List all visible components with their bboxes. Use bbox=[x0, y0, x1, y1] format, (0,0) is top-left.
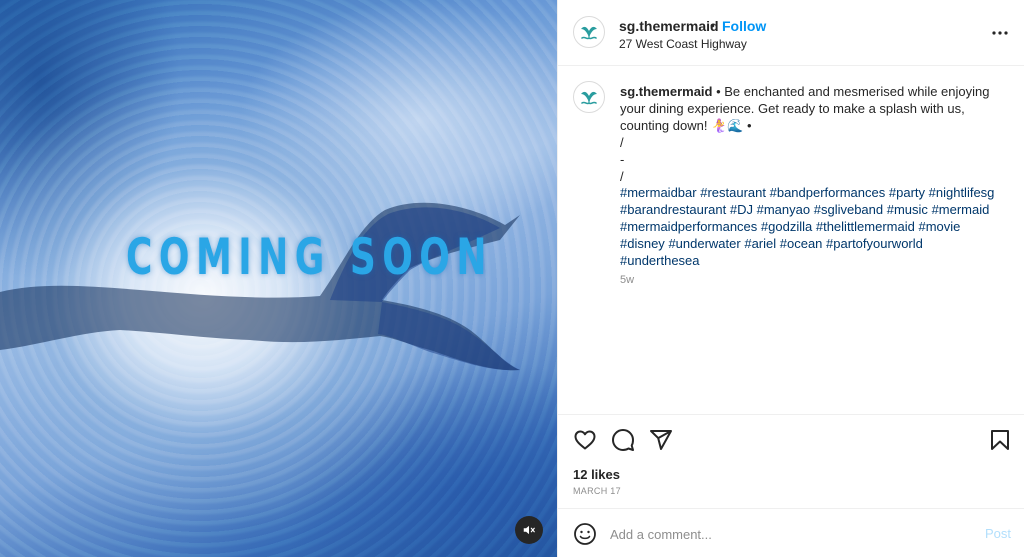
caption-section: sg.themermaid • Be enchanted and mesmeri… bbox=[558, 67, 1024, 415]
post-comment-button[interactable]: Post bbox=[985, 526, 1011, 541]
more-options-icon bbox=[992, 31, 1008, 35]
action-bar bbox=[558, 425, 1024, 455]
save-button[interactable] bbox=[987, 427, 1013, 453]
separator-dot: • bbox=[710, 17, 715, 33]
hashtag-link[interactable]: #manyao bbox=[757, 202, 810, 217]
comment-input[interactable] bbox=[610, 522, 970, 546]
header-username[interactable]: sg.themermaid bbox=[619, 18, 719, 34]
location-link[interactable]: 27 West Coast Highway bbox=[619, 37, 747, 51]
follow-button[interactable]: Follow bbox=[722, 18, 766, 34]
caption-timestamp: 5w bbox=[620, 274, 635, 286]
hashtag-list: #mermaidbar #restaurant #bandperformance… bbox=[620, 184, 1005, 269]
hashtag-link[interactable]: #party bbox=[889, 185, 925, 200]
hashtag-link[interactable]: #underthesea bbox=[620, 253, 700, 268]
coming-soon-overlay-text: COMING SOON bbox=[126, 228, 493, 286]
hashtag-link[interactable]: #restaurant bbox=[700, 185, 766, 200]
mermaid-tail-logo-icon bbox=[577, 20, 601, 44]
hashtag-link[interactable]: #nightlifesg bbox=[929, 185, 995, 200]
hashtag-link[interactable]: #thelittlemermaid bbox=[816, 219, 915, 234]
mermaid-tail-logo-icon bbox=[577, 85, 601, 109]
mute-toggle-button[interactable] bbox=[515, 516, 543, 544]
hashtag-link[interactable]: #godzilla bbox=[761, 219, 812, 234]
emoji-button[interactable] bbox=[573, 522, 597, 546]
hashtag-link[interactable]: #disney bbox=[620, 236, 665, 251]
more-options-button[interactable] bbox=[988, 21, 1012, 45]
hashtag-link[interactable]: #sgliveband bbox=[814, 202, 883, 217]
hashtag-link[interactable]: #bandperformances bbox=[770, 185, 886, 200]
hashtag-link[interactable]: #ocean bbox=[780, 236, 823, 251]
hashtag-link[interactable]: #mermaidbar bbox=[620, 185, 697, 200]
caption-text: sg.themermaid • Be enchanted and mesmeri… bbox=[620, 83, 1000, 185]
comment-button[interactable] bbox=[610, 427, 636, 453]
caption-avatar[interactable] bbox=[573, 81, 605, 113]
post-date[interactable]: MARCH 17 bbox=[573, 486, 621, 496]
hashtag-link[interactable]: #barandrestaurant bbox=[620, 202, 726, 217]
post-details-panel: sg.themermaid • Follow 27 West Coast Hig… bbox=[557, 0, 1024, 557]
post-header: sg.themermaid • Follow 27 West Coast Hig… bbox=[558, 0, 1024, 66]
hashtag-link[interactable]: #mermaid bbox=[932, 202, 990, 217]
heart-icon bbox=[574, 430, 596, 450]
share-button[interactable] bbox=[648, 427, 674, 453]
hashtag-link[interactable]: #movie bbox=[918, 219, 960, 234]
like-button[interactable] bbox=[572, 427, 598, 453]
avatar[interactable] bbox=[573, 16, 605, 48]
comment-bar: Post bbox=[558, 508, 1024, 557]
post-media[interactable]: COMING SOON bbox=[0, 0, 557, 557]
emoji-icon bbox=[574, 523, 596, 545]
hashtag-link[interactable]: #mermaidperformances bbox=[620, 219, 757, 234]
hashtag-link[interactable]: #partofyourworld bbox=[826, 236, 923, 251]
likes-count[interactable]: 12 likes bbox=[573, 467, 620, 482]
caption-body: • Be enchanted and mesmerised while enjo… bbox=[620, 84, 990, 184]
comment-icon bbox=[612, 429, 634, 451]
bookmark-icon bbox=[991, 430, 1009, 450]
share-icon bbox=[650, 430, 672, 450]
hashtag-link[interactable]: #underwater bbox=[668, 236, 740, 251]
hashtag-link[interactable]: #music bbox=[887, 202, 928, 217]
speaker-muted-icon bbox=[523, 525, 535, 535]
hashtag-link[interactable]: #DJ bbox=[730, 202, 753, 217]
caption-username[interactable]: sg.themermaid bbox=[620, 84, 712, 99]
hashtag-link[interactable]: #ariel bbox=[744, 236, 776, 251]
